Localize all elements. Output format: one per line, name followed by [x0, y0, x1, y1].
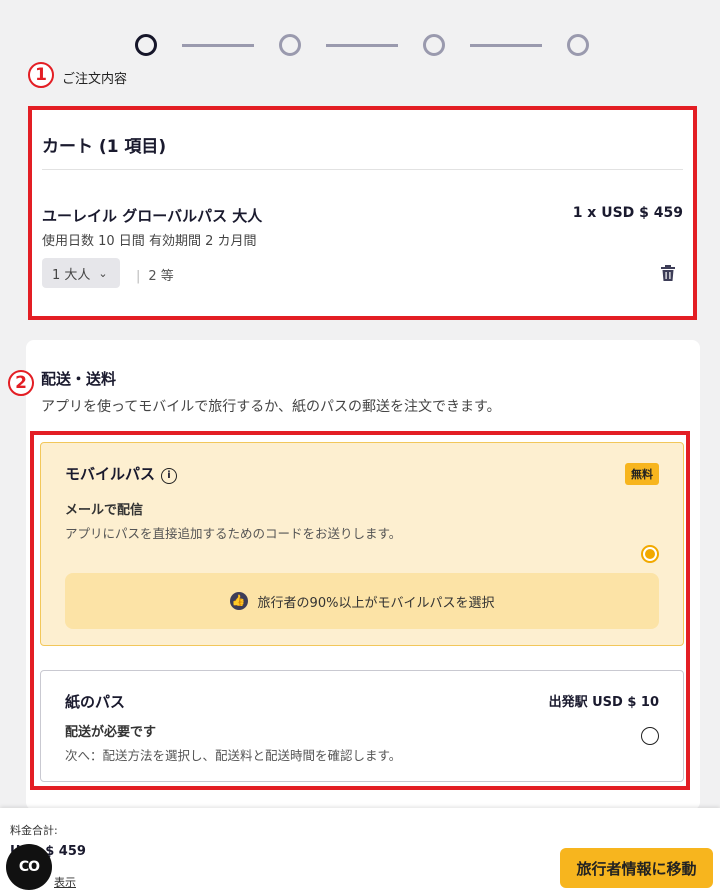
step-3-indicator — [423, 34, 445, 56]
step-1-indicator — [135, 34, 157, 56]
shipping-subtitle: アプリを使ってモバイルで旅行するか、紙のパスの郵送を注文できます。 — [41, 399, 501, 415]
chat-button[interactable]: CO — [6, 844, 52, 890]
cart-title: カート (1 項目) — [42, 137, 167, 157]
options-highlight-frame — [30, 431, 690, 790]
show-details-link[interactable]: 表示 — [54, 874, 76, 890]
item-description: 使用日数 10 日間 有効期間 2 カ月間 — [42, 234, 257, 249]
annotation-badge-2: 2 — [8, 370, 34, 396]
passenger-select[interactable]: 1 大人 ⌄ — [42, 258, 120, 288]
class-value: 2 等 — [148, 269, 174, 284]
go-to-traveler-info-button[interactable]: 旅行者情報に移動 — [560, 848, 713, 888]
item-name: ユーレイル グローバルパス 大人 — [42, 207, 263, 225]
step-label: ご注文内容 — [62, 72, 128, 87]
step-2-indicator — [279, 34, 301, 56]
item-price: 1 x USD $ 459 — [572, 205, 683, 221]
passenger-select-value: 1 大人 — [52, 267, 91, 283]
class-label: | 2 等 — [136, 265, 174, 284]
chevron-down-icon: ⌄ — [98, 266, 108, 280]
step-connector — [182, 44, 254, 47]
step-4-indicator — [567, 34, 589, 56]
step-connector — [470, 44, 542, 47]
total-label: 料金合計: — [10, 824, 58, 837]
separator: | — [136, 269, 141, 284]
shipping-title: 配送・送料 — [41, 370, 117, 388]
cart-card: カート (1 項目) ユーレイル グローバルパス 大人 1 x USD $ 45… — [28, 106, 697, 320]
progress-stepper: ご注文内容 — [0, 0, 720, 100]
trash-icon[interactable] — [661, 265, 675, 281]
divider — [42, 169, 683, 170]
annotation-badge-1: 1 — [28, 62, 54, 88]
step-connector — [326, 44, 398, 47]
